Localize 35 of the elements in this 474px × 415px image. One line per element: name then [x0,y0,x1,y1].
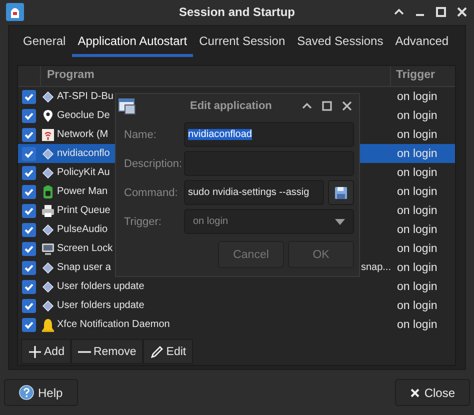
trigger-text: on login [396,300,438,312]
trigger-text: on login [396,280,438,292]
program-name: User folders update [57,300,144,311]
program-name: snap... [360,262,391,273]
program-name: nvidiaconflo [57,148,110,159]
program-name: Xfce Notification Daemon [57,319,170,330]
trigger-text: on login [396,110,438,122]
trigger-text: on login [396,204,438,216]
trigger-text: on login [396,128,438,140]
trigger-text: on login [396,90,438,102]
column-header: Program [41,66,391,86]
program-name: Power Man [57,186,108,197]
program-name: PulseAudio [57,224,108,235]
program-name: User folders update [57,281,144,292]
field-label: Description: [124,158,184,170]
column-header: Trigger [395,68,436,83]
program-name: Network (M [57,129,108,140]
field-label: Name: [124,128,158,140]
trigger-text: on login [396,242,438,254]
program-name: PolicyKit Au [57,167,110,178]
trigger-text: on login [396,262,438,274]
dialog-title: Edit application [190,100,272,112]
window-title: Session and Startup [178,4,296,18]
trigger-text: on login [396,166,438,178]
program-name: Snap user a [57,262,111,273]
field-label: Command: [124,186,179,198]
trigger-text: on login [396,224,438,236]
program-name: AT-SPI D-Bu [57,91,114,102]
field-label: Trigger: [124,216,162,228]
trigger-text: on login [396,148,438,160]
program-name: Print Queue [57,205,110,216]
program-name: Geoclue De [57,110,110,121]
trigger-text: on login [396,186,438,198]
program-name: Screen Lock [57,243,113,254]
trigger-text: on login [396,318,438,330]
